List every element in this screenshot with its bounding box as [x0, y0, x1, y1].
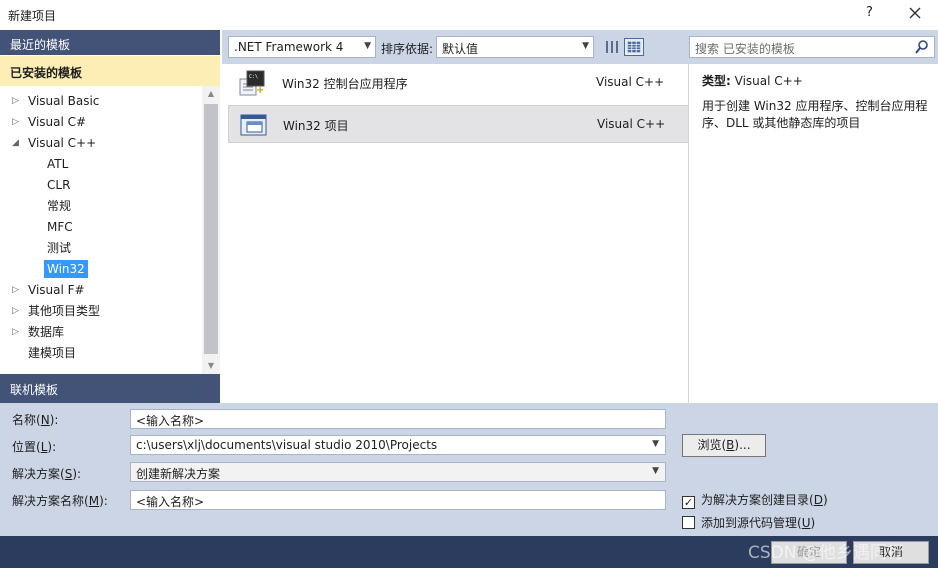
- template-item-win32-project[interactable]: Win32 项目 Visual C++: [228, 105, 689, 143]
- tree-item-label: Win32: [44, 260, 88, 278]
- panel-divider: [688, 64, 689, 403]
- expand-arrow-icon[interactable]: ▷: [12, 323, 22, 341]
- template-type: 类型: Visual C++: [702, 72, 938, 89]
- tree-item-label: 建模项目: [28, 346, 77, 360]
- browse-button[interactable]: 浏览(B)...: [682, 434, 766, 457]
- installed-templates-header[interactable]: 已安装的模板: [0, 56, 220, 86]
- svg-text:C:\: C:\: [249, 74, 258, 80]
- expand-arrow-icon[interactable]: ▷: [12, 281, 22, 299]
- template-search-input[interactable]: 搜索 已安装的模板: [689, 36, 935, 58]
- create-directory-checkbox[interactable]: ✓ 为解决方案创建目录(D): [682, 491, 828, 509]
- svg-text:+: +: [256, 85, 264, 96]
- framework-value: .NET Framework 4: [234, 40, 344, 54]
- template-detail-panel: 类型: Visual C++ 用于创建 Win32 应用程序、控制台应用程序、D…: [690, 64, 938, 403]
- chevron-down-icon: ▼: [582, 41, 589, 51]
- chevron-down-icon[interactable]: ▼: [652, 439, 659, 449]
- template-language: Visual C++: [597, 117, 666, 131]
- scroll-down-icon[interactable]: ▼: [202, 358, 220, 374]
- name-label: 名称(N):: [12, 413, 59, 427]
- template-area: .NET Framework 4 ▼ 排序依据: 默认值 ▼ 搜索 已安装的模板: [222, 30, 938, 403]
- location-value: c:\users\xlj\documents\visual studio 201…: [136, 438, 438, 452]
- expand-arrow-icon[interactable]: ▷: [12, 302, 22, 320]
- small-icons-view-icon[interactable]: [602, 38, 622, 56]
- tree-item-label: ATL: [47, 157, 69, 171]
- tree-item-label: Visual C#: [28, 115, 87, 129]
- location-input[interactable]: c:\users\xlj\documents\visual studio 201…: [130, 435, 666, 455]
- tree-item-label: 其他项目类型: [28, 304, 101, 318]
- chevron-down-icon: ▼: [652, 466, 659, 476]
- sort-value: 默认值: [442, 42, 479, 56]
- tree-item-label: 数据库: [28, 325, 65, 339]
- sort-label: 排序依据:: [381, 42, 434, 56]
- help-button[interactable]: ?: [866, 5, 873, 20]
- solution-value: 创建新解决方案: [136, 467, 221, 481]
- template-list: C:\ + Win32 控制台应用程序 Visual C++ Win32 项目 …: [222, 64, 690, 403]
- solution-name-label: 解决方案名称(M):: [12, 494, 108, 508]
- template-language: Visual C++: [596, 75, 665, 89]
- framework-dropdown[interactable]: .NET Framework 4 ▼: [228, 36, 376, 58]
- chevron-down-icon: ▼: [364, 41, 371, 51]
- tree-item-label: CLR: [47, 178, 71, 192]
- online-templates-header[interactable]: 联机模板: [0, 374, 220, 403]
- type-label: 类型:: [702, 74, 731, 88]
- title-bar: 新建项目 ?: [0, 0, 938, 30]
- tree-item-label: Visual Basic: [28, 94, 100, 108]
- recent-templates-header[interactable]: 最近的模板: [0, 30, 220, 55]
- template-tree: ▷ Visual Basic ▷ Visual C# ◢ Visual C++ ATL CLR…: [0, 86, 202, 374]
- console-app-icon: C:\ +: [239, 70, 265, 96]
- expand-arrow-icon[interactable]: ▷: [12, 92, 22, 110]
- collapse-arrow-icon[interactable]: ◢: [12, 134, 22, 152]
- close-icon[interactable]: [906, 4, 924, 22]
- template-item-console-app[interactable]: C:\ + Win32 控制台应用程序 Visual C++: [228, 64, 689, 102]
- type-value: Visual C++: [734, 74, 803, 88]
- checkbox-checked-icon[interactable]: ✓: [682, 496, 695, 509]
- tree-item-label: MFC: [47, 220, 73, 234]
- tree-item-label: 测试: [47, 241, 72, 255]
- template-name: Win32 控制台应用程序: [282, 77, 408, 91]
- template-toolbar: .NET Framework 4 ▼ 排序依据: 默认值 ▼ 搜索 已安装的模板: [222, 30, 938, 64]
- scrollbar-thumb[interactable]: [204, 104, 218, 354]
- sort-dropdown[interactable]: 默认值 ▼: [436, 36, 594, 58]
- tree-scrollbar[interactable]: ▲ ▼: [202, 86, 220, 374]
- project-settings-form: 名称(N): <输入名称> 位置(L): c:\users\xlj\docume…: [0, 403, 938, 536]
- details-view-icon[interactable]: [624, 38, 644, 56]
- checkbox-unchecked-icon[interactable]: [682, 516, 695, 529]
- solution-label: 解决方案(S):: [12, 467, 82, 481]
- location-label: 位置(L):: [12, 440, 57, 454]
- template-description: 用于创建 Win32 应用程序、控制台应用程序、DLL 或其他静态库的项目: [702, 99, 928, 130]
- tree-item-label: 常规: [47, 199, 72, 213]
- template-category-panel: 最近的模板 已安装的模板 ▷ Visual Basic ▷ Visual C# ◢ Vis…: [0, 30, 220, 403]
- tree-item-label: Visual C++: [28, 136, 97, 150]
- win32-project-icon: [240, 114, 267, 136]
- solution-dropdown[interactable]: 创建新解决方案 ▼: [130, 462, 666, 482]
- scroll-up-icon[interactable]: ▲: [202, 86, 220, 102]
- tree-item-label: Visual F#: [28, 283, 85, 297]
- name-input[interactable]: <输入名称>: [130, 409, 666, 429]
- search-placeholder: 搜索 已安装的模板: [695, 42, 795, 56]
- expand-arrow-icon[interactable]: ▷: [12, 113, 22, 131]
- template-name: Win32 项目: [283, 119, 349, 133]
- window-title: 新建项目: [8, 9, 57, 23]
- solution-name-input[interactable]: <输入名称>: [130, 490, 666, 510]
- search-icon[interactable]: [915, 39, 929, 55]
- source-control-checkbox[interactable]: 添加到源代码管理(U): [682, 514, 815, 531]
- watermark-text: CSDN @他乡遇同行: [748, 543, 904, 563]
